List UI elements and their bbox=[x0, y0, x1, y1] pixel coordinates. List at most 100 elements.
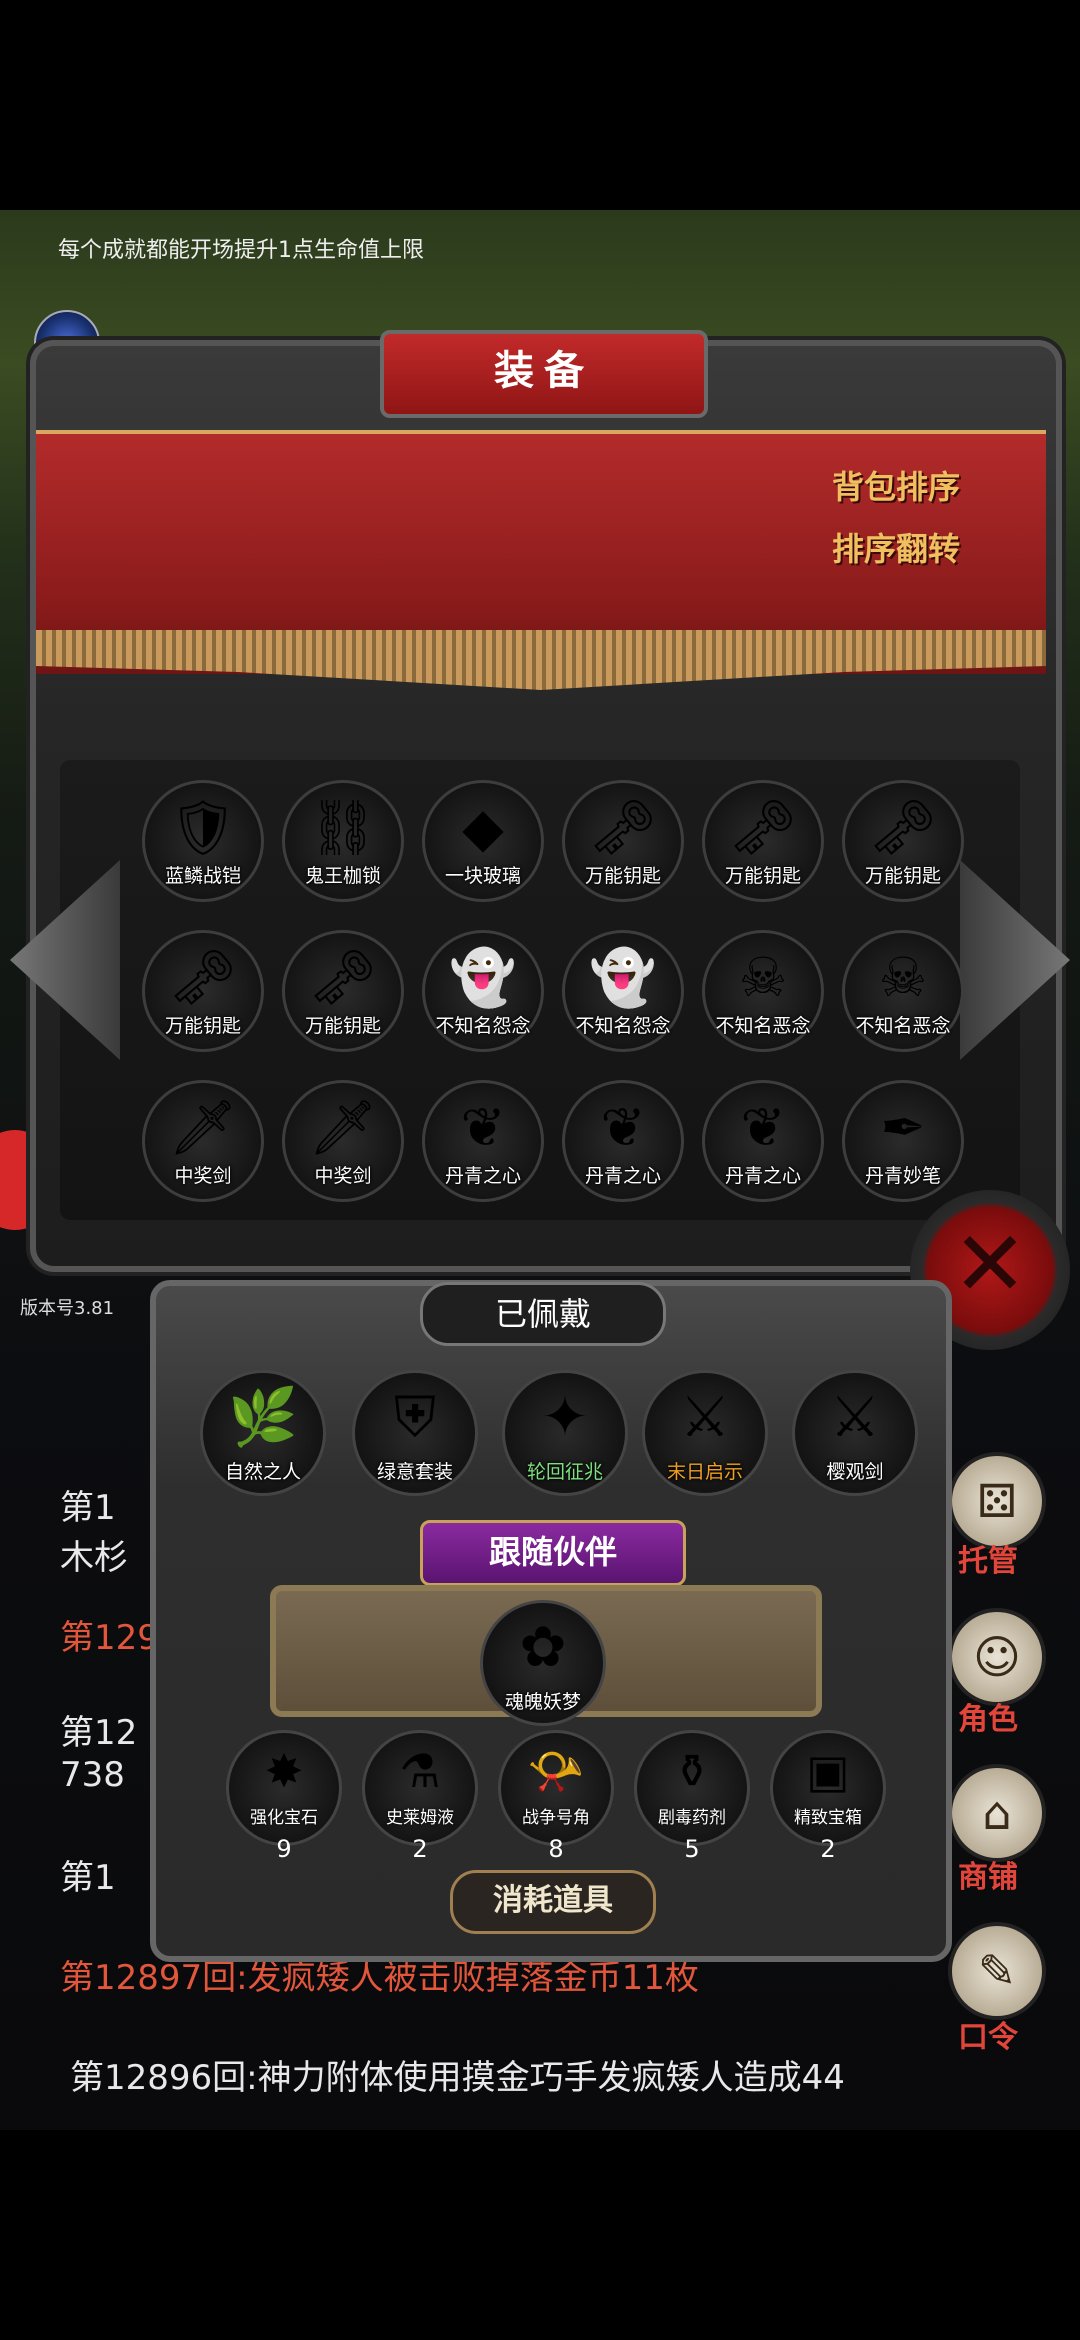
equipped-item-label: 绿意套装 bbox=[376, 1461, 453, 1483]
equipped-slot[interactable]: 🌿 自然之人 bbox=[200, 1370, 326, 1496]
character-button[interactable]: ☺ bbox=[948, 1608, 1046, 1706]
consumable-slot[interactable]: 📯 战争号角 8 bbox=[498, 1730, 614, 1863]
consumable-slot[interactable]: ✸ 强化宝石 9 bbox=[226, 1730, 342, 1863]
inventory-slot[interactable]: 🗡 中奖剑 bbox=[282, 1080, 404, 1202]
equipped-slot[interactable]: ✦ 轮回征兆 bbox=[502, 1370, 628, 1496]
inventory-item-label: 鬼王枷锁 bbox=[304, 865, 381, 887]
inventory-slot[interactable]: ✒ 丹青妙笔 bbox=[842, 1080, 964, 1202]
character-icon: ☺ bbox=[973, 1630, 1021, 1684]
potion-icon: ⚗ bbox=[399, 1744, 441, 1798]
log-line: 第12 bbox=[60, 1713, 138, 1753]
equipped-slot[interactable]: ⛨ 绿意套装 bbox=[352, 1370, 478, 1496]
log-line: 738 bbox=[60, 1755, 125, 1795]
key-icon: 🗝 bbox=[308, 946, 378, 1009]
sword-icon: 🗡 bbox=[168, 1096, 238, 1159]
consumable-label: 史莱姆液 bbox=[386, 1808, 454, 1828]
spirit-icon: ☠ bbox=[878, 946, 928, 1009]
follower-slot[interactable]: ✿ 魂魄妖梦 bbox=[480, 1600, 606, 1726]
top-black-bar bbox=[0, 0, 1080, 210]
consumable-count: 9 bbox=[276, 1835, 292, 1863]
log-line: 第12896回:神力附体使用摸金巧手发疯矮人造成44 bbox=[70, 2058, 845, 2098]
key-icon: 🗝 bbox=[868, 796, 938, 859]
green-gem-icon: ✸ bbox=[264, 1744, 304, 1798]
inventory-item-label: 丹青妙笔 bbox=[864, 1165, 941, 1187]
log-line: 第1 bbox=[60, 1858, 116, 1898]
panel-title: 装备 bbox=[380, 330, 708, 418]
dice-icon: ⚄ bbox=[977, 1474, 1017, 1528]
inventory-item-label: 不知名恶念 bbox=[855, 1015, 951, 1037]
shackle-icon: ⛓ bbox=[308, 796, 378, 859]
inventory-slot[interactable]: ⛓ 鬼王枷锁 bbox=[282, 780, 404, 902]
inventory-slot[interactable]: ☠ 不知名恶念 bbox=[842, 930, 964, 1052]
shop-button[interactable]: ⌂ bbox=[948, 1764, 1046, 1862]
inventory-slot[interactable]: ◆ 一块玻璃 bbox=[422, 780, 544, 902]
book-icon: ✎ bbox=[977, 1944, 1017, 1998]
inventory-slot[interactable]: 🗝 万能钥匙 bbox=[282, 930, 404, 1052]
knight-armor-icon: ⛨ bbox=[394, 1385, 436, 1450]
auto-label: 托管 bbox=[958, 1544, 1018, 1579]
consumable-count: 2 bbox=[820, 1835, 836, 1863]
equipped-item-label: 轮回征兆 bbox=[526, 1461, 603, 1483]
inventory-slot[interactable]: ❦ 丹青之心 bbox=[422, 1080, 544, 1202]
sort-backpack-button[interactable]: 背包排序 bbox=[760, 462, 960, 508]
katana-icon: ⚔ bbox=[829, 1385, 881, 1450]
achievement-tip: 每个成就都能开场提升1点生命值上限 bbox=[58, 238, 424, 263]
shop-icon: ⌂ bbox=[982, 1786, 1012, 1840]
inventory-item-label: 中奖剑 bbox=[314, 1165, 372, 1187]
crossed-weapons-icon: ⚔ bbox=[679, 1385, 731, 1450]
consumable-slot[interactable]: ▣ 精致宝箱 2 bbox=[770, 1730, 886, 1863]
sword-icon: 🗡 bbox=[308, 1096, 378, 1159]
equipped-item-label: 自然之人 bbox=[224, 1461, 301, 1483]
code-label: 口令 bbox=[958, 2020, 1018, 2055]
shop-label: 商铺 bbox=[958, 1860, 1018, 1895]
inventory-slot[interactable]: 🗡 中奖剑 bbox=[142, 1080, 264, 1202]
key-icon: 🗝 bbox=[168, 946, 238, 1009]
armor-icon: 🛡 bbox=[168, 796, 238, 859]
nature-man-icon: 🌿 bbox=[228, 1385, 298, 1450]
ghost-icon: 👻 bbox=[589, 946, 657, 1009]
version-label: 版本号3.81 bbox=[20, 1298, 115, 1319]
inventory-item-label: 丹青之心 bbox=[444, 1165, 521, 1187]
log-line: 第1 bbox=[60, 1488, 116, 1528]
inventory-item-label: 一块玻璃 bbox=[444, 865, 521, 887]
key-icon: 🗝 bbox=[728, 796, 798, 859]
inventory-item-label: 丹青之心 bbox=[724, 1165, 801, 1187]
poison-icon: ⚱ bbox=[672, 1744, 712, 1798]
equipped-item-label: 末日启示 bbox=[666, 1461, 743, 1483]
consumable-label: 精致宝箱 bbox=[794, 1808, 862, 1828]
inventory-slot[interactable]: 👻 不知名怨念 bbox=[422, 930, 544, 1052]
consumable-slot[interactable]: ⚗ 史莱姆液 2 bbox=[362, 1730, 478, 1863]
reverse-sort-button[interactable]: 排序翻转 bbox=[760, 524, 960, 570]
chest-icon: ▣ bbox=[806, 1744, 850, 1798]
character-label: 角色 bbox=[958, 1702, 1018, 1737]
brush-icon: ✒ bbox=[880, 1096, 926, 1159]
inventory-item-label: 不知名怨念 bbox=[435, 1015, 531, 1037]
code-button[interactable]: ✎ bbox=[948, 1922, 1046, 2020]
key-icon: 🗝 bbox=[588, 796, 658, 859]
inventory-slot[interactable]: 👻 不知名怨念 bbox=[562, 930, 684, 1052]
inventory-slot[interactable]: 🗝 万能钥匙 bbox=[702, 780, 824, 902]
consumable-count: 5 bbox=[684, 1835, 700, 1863]
glass-icon: ◆ bbox=[462, 796, 504, 859]
inventory-slot[interactable]: 🛡 蓝鳞战铠 bbox=[142, 780, 264, 902]
equipped-slot[interactable]: ⚔ 樱观剑 bbox=[792, 1370, 918, 1496]
follower-name: 魂魄妖梦 bbox=[504, 1691, 581, 1713]
inventory-slot[interactable]: ❦ 丹青之心 bbox=[562, 1080, 684, 1202]
inventory-item-label: 蓝鳞战铠 bbox=[164, 865, 241, 887]
inventory-slot[interactable]: ❦ 丹青之心 bbox=[702, 1080, 824, 1202]
consumables-title: 消耗道具 bbox=[450, 1870, 656, 1934]
bottom-black-bar bbox=[0, 2130, 1080, 2340]
inventory-slot[interactable]: 🗝 万能钥匙 bbox=[842, 780, 964, 902]
companion-icon: ✿ bbox=[519, 1615, 567, 1680]
consumable-count: 8 bbox=[548, 1835, 564, 1863]
consumable-label: 战争号角 bbox=[522, 1808, 590, 1828]
equipped-slot[interactable]: ⚔ 末日启示 bbox=[642, 1370, 768, 1496]
consumable-slot[interactable]: ⚱ 剧毒药剂 5 bbox=[634, 1730, 750, 1863]
inventory-slot[interactable]: 🗝 万能钥匙 bbox=[142, 930, 264, 1052]
inventory-slot[interactable]: 🗝 万能钥匙 bbox=[562, 780, 684, 902]
equipped-item-label: 樱观剑 bbox=[826, 1461, 884, 1483]
consumable-count: 2 bbox=[412, 1835, 428, 1863]
spirit-icon: ☠ bbox=[738, 946, 788, 1009]
inventory-slot[interactable]: ☠ 不知名恶念 bbox=[702, 930, 824, 1052]
close-icon: ✕ bbox=[952, 1212, 1028, 1317]
